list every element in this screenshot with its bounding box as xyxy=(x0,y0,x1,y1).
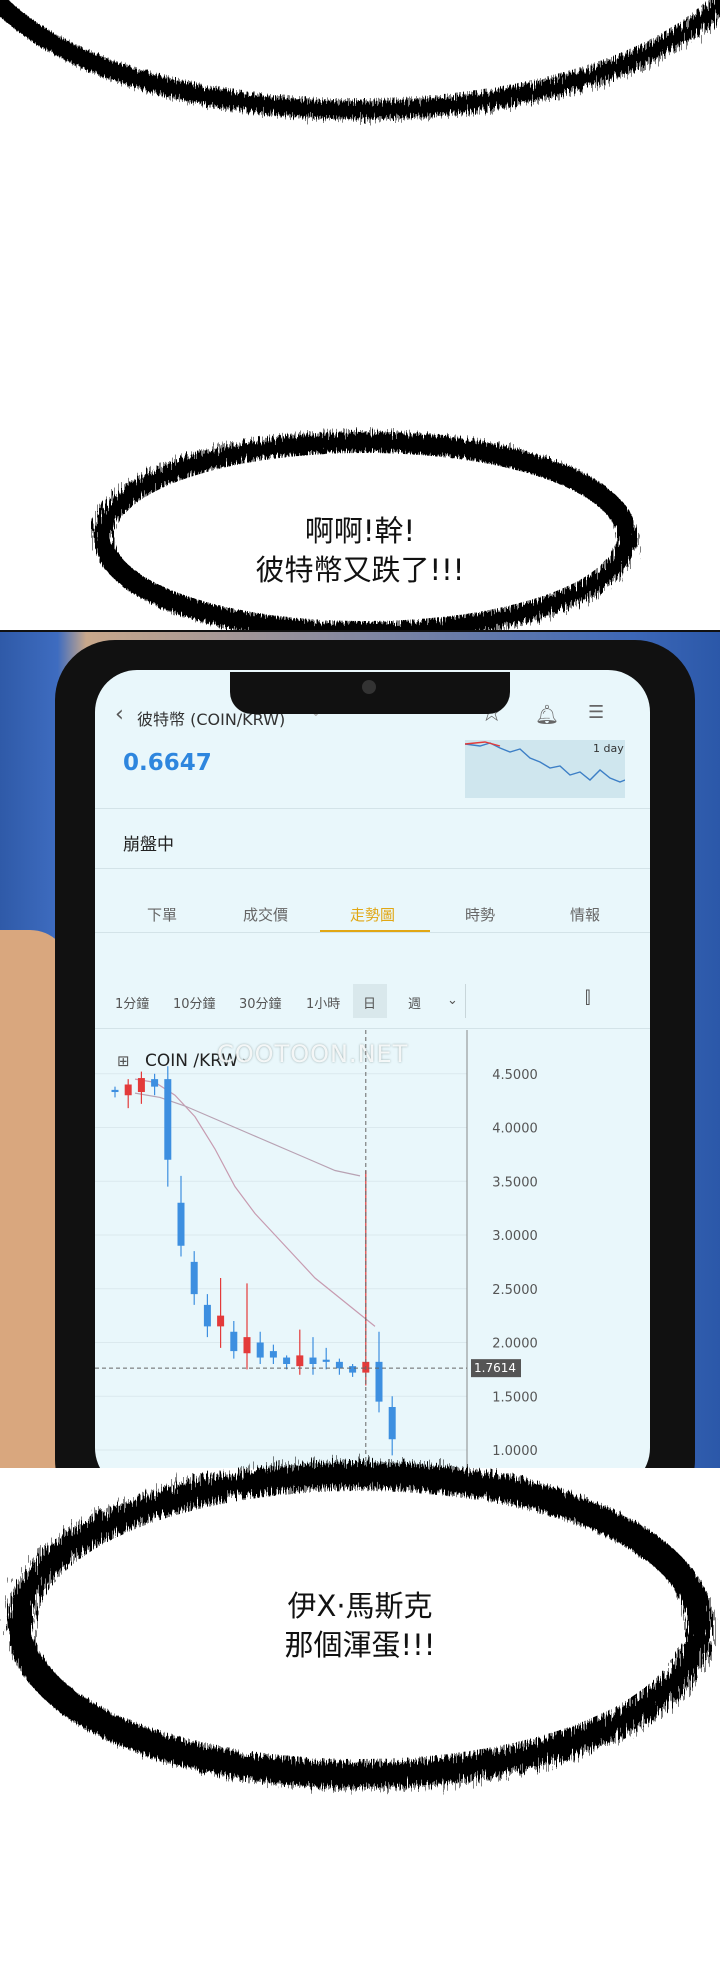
y-tick-label: 2.0000 xyxy=(492,1337,538,1352)
candle-body xyxy=(243,1337,251,1354)
y-tick-label: 1.5000 xyxy=(492,1390,538,1405)
interval-week[interactable]: 週 xyxy=(408,993,421,1012)
current-price-tag: 1.7614 xyxy=(474,1361,516,1375)
candle-body xyxy=(111,1089,119,1093)
bubble-1-line-1: 啊啊!幹! xyxy=(304,514,416,548)
bell-icon[interactable]: 🔔︎ xyxy=(535,703,559,726)
candle-body xyxy=(124,1084,132,1096)
interval-1hour[interactable]: 1小時 xyxy=(306,993,340,1012)
bubble-1-text: 啊啊!幹! 彼特幣又跌了!!! xyxy=(160,512,560,590)
candle-body xyxy=(217,1315,225,1327)
bubble-2-line-1: 伊X·馬斯克 xyxy=(287,1589,433,1623)
candle-body xyxy=(190,1261,198,1295)
candle-type-icon[interactable]: ⫿ xyxy=(585,988,590,1008)
tab-market[interactable]: 時勢 xyxy=(465,904,495,925)
y-tick-label: 3.0000 xyxy=(492,1229,538,1244)
top-bubble-edge xyxy=(0,0,720,119)
candle-body xyxy=(269,1351,277,1358)
tab-news[interactable]: 情報 xyxy=(570,904,600,925)
candle-body xyxy=(283,1357,291,1364)
mini-chart-label: 1 day xyxy=(593,742,624,755)
interval-day[interactable]: 日 xyxy=(363,993,376,1012)
candle-body xyxy=(164,1079,172,1160)
interval-30min[interactable]: 30分鐘 xyxy=(239,993,282,1012)
settings-list-icon[interactable]: ☰ xyxy=(588,702,604,723)
candle-body xyxy=(151,1079,159,1087)
candle-body xyxy=(349,1366,357,1373)
price-value: 0.6647 xyxy=(123,750,212,776)
tab-chart[interactable]: 走勢圖 xyxy=(350,904,395,925)
bubble-2-line-2: 那個渾蛋!!! xyxy=(284,1628,436,1662)
chevron-down-icon[interactable]: ⌄ xyxy=(447,993,458,1008)
phone-screen: ‹ 彼特幣 (COIN/KRW) ⌄ ☆ 🔔︎ ☰ 0.6647 1 day 崩… xyxy=(95,670,650,1468)
y-tick-label: 3.5000 xyxy=(492,1175,538,1190)
tab-trades[interactable]: 成交價 xyxy=(243,904,288,925)
candle-body xyxy=(256,1342,264,1358)
interval-1min[interactable]: 1分鐘 xyxy=(115,993,149,1012)
y-tick-label: 4.5000 xyxy=(492,1068,538,1083)
candle-body xyxy=(203,1304,211,1327)
candle-body xyxy=(296,1355,304,1367)
camera-dot xyxy=(362,680,376,694)
bubble-2-text: 伊X·馬斯克 那個渾蛋!!! xyxy=(210,1587,510,1665)
interval-10min[interactable]: 10分鐘 xyxy=(173,993,216,1012)
y-tick-label: 4.0000 xyxy=(492,1122,538,1137)
back-chevron-icon[interactable]: ‹ xyxy=(115,702,124,727)
bubble-1-line-2: 彼特幣又跌了!!! xyxy=(255,553,465,587)
candle-body xyxy=(322,1359,330,1362)
status-text: 崩盤中 xyxy=(123,835,174,855)
candle-body xyxy=(177,1202,185,1246)
candle-body xyxy=(137,1078,145,1093)
phone-panel: ‹ 彼特幣 (COIN/KRW) ⌄ ☆ 🔔︎ ☰ 0.6647 1 day 崩… xyxy=(0,630,720,1468)
candle-body xyxy=(230,1331,238,1352)
y-tick-label: 2.5000 xyxy=(492,1283,538,1298)
tab-order[interactable]: 下單 xyxy=(147,904,177,925)
candlestick-chart: 5.00004.50004.00003.50003.00002.50002.00… xyxy=(95,1030,538,1468)
candle-body xyxy=(309,1357,317,1364)
candle-body xyxy=(335,1361,343,1369)
